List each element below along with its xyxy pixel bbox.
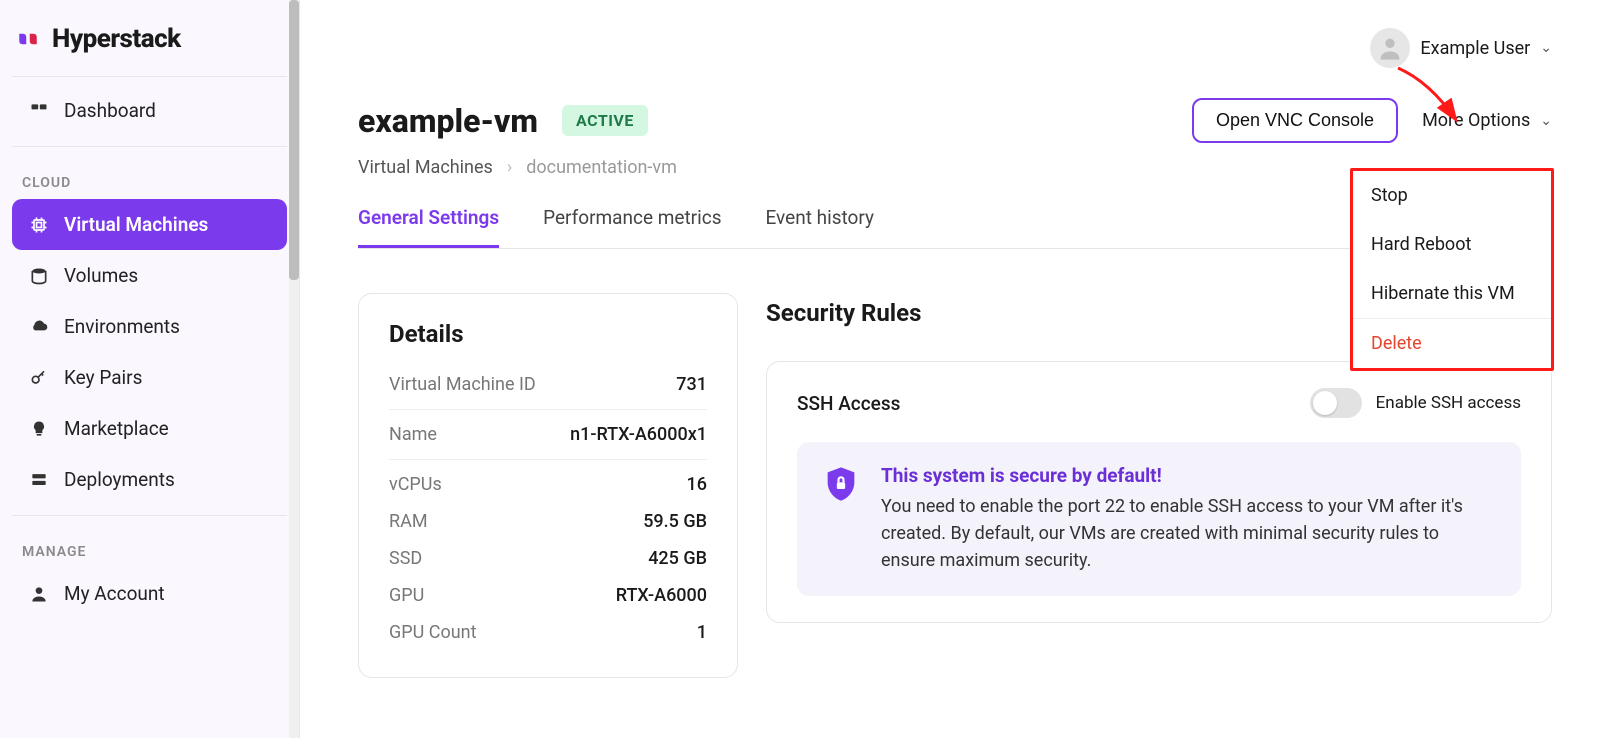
details-card: Details Virtual Machine ID 731 Name n1-R…	[358, 293, 738, 678]
detail-value: 731	[676, 374, 707, 395]
sidebar-item-deployments[interactable]: Deployments	[12, 454, 287, 505]
sidebar-item-marketplace[interactable]: Marketplace	[12, 403, 287, 454]
info-text: You need to enable the port 22 to enable…	[881, 493, 1497, 574]
dropdown-item-stop[interactable]: Stop	[1353, 171, 1551, 220]
tab-event-history[interactable]: Event history	[766, 198, 875, 248]
sidebar-item-my-account[interactable]: My Account	[12, 568, 287, 619]
breadcrumb-root[interactable]: Virtual Machines	[358, 157, 493, 178]
security-heading: Security Rules	[766, 299, 921, 327]
sidebar-item-label: Virtual Machines	[64, 213, 208, 236]
breadcrumb-current: documentation-vm	[526, 157, 677, 178]
divider	[12, 515, 287, 516]
info-title: This system is secure by default!	[881, 464, 1497, 487]
title-actions: Open VNC Console More Options ⌄	[1192, 98, 1552, 143]
brand-logo[interactable]: Hyperstack	[12, 20, 287, 77]
tab-performance-metrics[interactable]: Performance metrics	[543, 198, 721, 248]
more-options-label: More Options	[1422, 110, 1530, 131]
detail-label: GPU	[389, 585, 424, 606]
sidebar-item-label: Key Pairs	[64, 366, 142, 389]
scrollbar-thumb[interactable]	[289, 0, 299, 280]
cloud-icon	[28, 316, 50, 338]
detail-row-vcpus: vCPUs 16	[389, 466, 707, 503]
page-title-row: example-vm ACTIVE Open VNC Console More …	[358, 98, 1552, 143]
ssh-toggle-label: Enable SSH access	[1376, 393, 1521, 413]
logo-icon	[14, 25, 42, 53]
detail-label: Name	[389, 424, 437, 445]
divider	[12, 146, 287, 147]
volumes-icon	[28, 265, 50, 287]
dashboard-icon	[28, 100, 50, 122]
bulb-icon	[28, 418, 50, 440]
detail-label: GPU Count	[389, 622, 477, 643]
tab-general-settings[interactable]: General Settings	[358, 198, 499, 248]
sidebar-item-dashboard[interactable]: Dashboard	[12, 85, 287, 136]
detail-label: SSD	[389, 548, 422, 569]
sidebar-scrollbar[interactable]	[289, 0, 299, 738]
account-icon	[28, 583, 50, 605]
detail-row-ssd: SSD 425 GB	[389, 540, 707, 577]
shield-lock-icon	[821, 464, 861, 504]
dropdown-item-hard-reboot[interactable]: Hard Reboot	[1353, 220, 1551, 269]
section-label-manage: MANAGE	[12, 526, 287, 568]
status-badge: ACTIVE	[562, 105, 648, 136]
ssh-access-row: SSH Access Enable SSH access	[797, 388, 1521, 418]
detail-value: RTX-A6000	[616, 585, 707, 606]
more-options-button[interactable]: More Options ⌄	[1422, 110, 1552, 131]
user-name: Example User	[1420, 38, 1530, 59]
detail-value: 59.5 GB	[643, 511, 707, 532]
detail-row-vm-id: Virtual Machine ID 731	[389, 366, 707, 410]
detail-value: 425 GB	[648, 548, 707, 569]
sidebar-item-label: Environments	[64, 315, 180, 338]
brand-name: Hyperstack	[52, 24, 181, 54]
sidebar-item-label: Deployments	[64, 468, 175, 491]
ssh-toggle-wrap: Enable SSH access	[1310, 388, 1521, 418]
key-icon	[28, 367, 50, 389]
detail-row-ram: RAM 59.5 GB	[389, 503, 707, 540]
detail-row-name: Name n1-RTX-A6000x1	[389, 416, 707, 460]
detail-row-gpu: GPU RTX-A6000	[389, 577, 707, 614]
info-text-block: This system is secure by default! You ne…	[881, 464, 1497, 574]
chevron-down-icon: ⌄	[1540, 40, 1552, 56]
sidebar-item-virtual-machines[interactable]: Virtual Machines	[12, 199, 287, 250]
avatar-icon	[1370, 28, 1410, 68]
sidebar-item-label: Marketplace	[64, 417, 169, 440]
user-menu[interactable]: Example User ⌄	[1370, 28, 1552, 68]
toggle-knob	[1313, 391, 1337, 415]
section-label-cloud: CLOUD	[12, 157, 287, 199]
sidebar-item-label: My Account	[64, 582, 165, 605]
dropdown-item-hibernate[interactable]: Hibernate this VM	[1353, 269, 1551, 318]
detail-label: vCPUs	[389, 474, 442, 495]
chevron-right-icon: ›	[507, 157, 512, 178]
detail-label: RAM	[389, 511, 428, 532]
detail-row-gpu-count: GPU Count 1	[389, 614, 707, 651]
detail-value: 16	[687, 474, 707, 495]
dropdown-item-delete[interactable]: Delete	[1353, 318, 1551, 368]
cpu-icon	[28, 214, 50, 236]
detail-value: 1	[697, 622, 707, 643]
detail-label: Virtual Machine ID	[389, 374, 536, 395]
chevron-down-icon: ⌄	[1540, 113, 1552, 129]
vm-title: example-vm	[358, 102, 538, 140]
security-info-box: This system is secure by default! You ne…	[797, 442, 1521, 596]
sidebar-item-environments[interactable]: Environments	[12, 301, 287, 352]
sidebar-item-key-pairs[interactable]: Key Pairs	[12, 352, 287, 403]
ssh-access-label: SSH Access	[797, 392, 900, 415]
security-card: SSH Access Enable SSH access This system…	[766, 361, 1552, 623]
topbar: Example User ⌄	[358, 24, 1552, 72]
more-options-dropdown: Stop Hard Reboot Hibernate this VM Delet…	[1350, 168, 1554, 371]
open-vnc-button[interactable]: Open VNC Console	[1192, 98, 1398, 143]
sidebar-item-label: Dashboard	[64, 99, 156, 122]
detail-value: n1-RTX-A6000x1	[570, 424, 707, 445]
sidebar-item-volumes[interactable]: Volumes	[12, 250, 287, 301]
server-icon	[28, 469, 50, 491]
details-heading: Details	[389, 320, 707, 348]
sidebar-item-label: Volumes	[64, 264, 138, 287]
sidebar: Hyperstack Dashboard CLOUD Virtual Machi…	[0, 0, 300, 738]
ssh-toggle[interactable]	[1310, 388, 1362, 418]
